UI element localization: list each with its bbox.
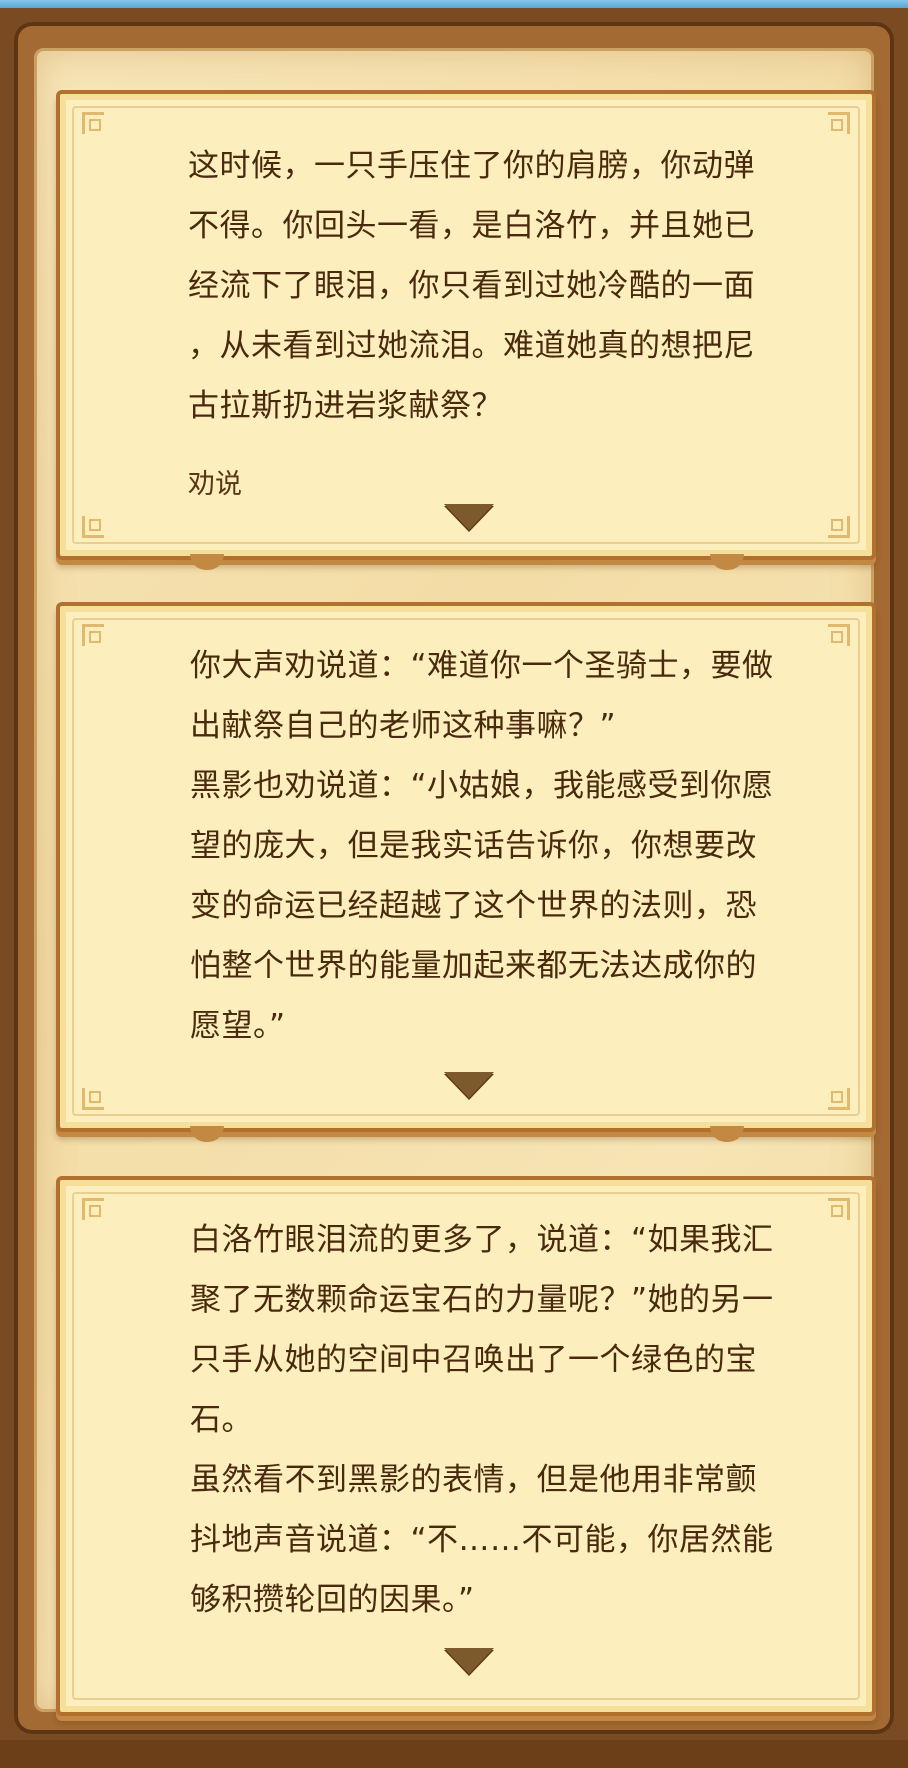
corner-ornament-icon: [82, 516, 104, 538]
dialog-line: 怕整个世界的能量加起来都无法达成你的: [190, 948, 757, 984]
dialog-line: 黑影也劝说道：“小姑娘，我能感受到你愿: [190, 768, 774, 804]
dialog-line: 不得。你回头一看，是白洛竹，并且她已: [188, 208, 755, 244]
dialog-line: 虽然看不到黑影的表情，但是他用非常颤: [190, 1462, 757, 1498]
dialog-line: 变的命运已经超越了这个世界的法则，恐: [190, 888, 757, 924]
corner-ornament-icon: [82, 112, 104, 134]
down-triangle-icon[interactable]: [444, 1072, 494, 1098]
corner-ornament-icon: [828, 624, 850, 646]
option-persuade[interactable]: 劝说: [188, 462, 242, 501]
corner-ornament-icon: [828, 1198, 850, 1220]
dialog-text: 这时候，一只手压住了你的肩膀，你动弹 不得。你回头一看，是白洛竹，并且她已 经流…: [188, 136, 755, 436]
corner-ornament-icon: [82, 1198, 104, 1220]
corner-ornament-icon: [828, 112, 850, 134]
dialog-line: 抖地声音说道：“不……不可能，你居然能: [190, 1522, 774, 1558]
corner-ornament-icon: [82, 1088, 104, 1110]
dialog-line: 古拉斯扔进岩浆献祭？: [188, 388, 503, 424]
dialog-card-1[interactable]: 这时候，一只手压住了你的肩膀，你动弹 不得。你回头一看，是白洛竹，并且她已 经流…: [56, 90, 876, 570]
frame-bottom-bar: [0, 1740, 908, 1768]
top-strip: [0, 0, 908, 8]
dialog-line: 聚了无数颗命运宝石的力量呢？”她的另一: [190, 1282, 774, 1318]
down-triangle-icon[interactable]: [444, 504, 494, 530]
corner-ornament-icon: [828, 516, 850, 538]
dialog-text: 你大声劝说道：“难道你一个圣骑士，要做 出献祭自己的老师这种事嘛？” 黑影也劝说…: [190, 636, 774, 1056]
down-triangle-icon[interactable]: [444, 1648, 494, 1674]
dialog-text: 白洛竹眼泪流的更多了，说道：“如果我汇 聚了无数颗命运宝石的力量呢？”她的另一 …: [190, 1210, 774, 1630]
dialog-line: 白洛竹眼泪流的更多了，说道：“如果我汇: [190, 1222, 774, 1258]
dialog-card-2[interactable]: 你大声劝说道：“难道你一个圣骑士，要做 出献祭自己的老师这种事嘛？” 黑影也劝说…: [56, 602, 876, 1142]
dialog-line: 这时候，一只手压住了你的肩膀，你动弹: [188, 148, 755, 184]
dialog-card-3[interactable]: 白洛竹眼泪流的更多了，说道：“如果我汇 聚了无数颗命运宝石的力量呢？”她的另一 …: [56, 1176, 876, 1716]
corner-ornament-icon: [828, 1088, 850, 1110]
dialog-line: 只手从她的空间中召唤出了一个绿色的宝: [190, 1342, 757, 1378]
dialog-line: 望的庞大，但是我实话告诉你，你想要改: [190, 828, 757, 864]
dialog-line: 经流下了眼泪，你只看到过她冷酷的一面: [188, 268, 755, 304]
dialog-line: 石。: [190, 1402, 253, 1438]
dialog-line: 够积攒轮回的因果。”: [190, 1582, 475, 1618]
dialog-line: 出献祭自己的老师这种事嘛？”: [190, 708, 617, 744]
dialog-line: 你大声劝说道：“难道你一个圣骑士，要做: [190, 648, 774, 684]
dialog-line: ，从未看到过她流泪。难道她真的想把尼: [188, 328, 755, 364]
dialog-line: 愿望。”: [190, 1008, 286, 1044]
corner-ornament-icon: [82, 624, 104, 646]
